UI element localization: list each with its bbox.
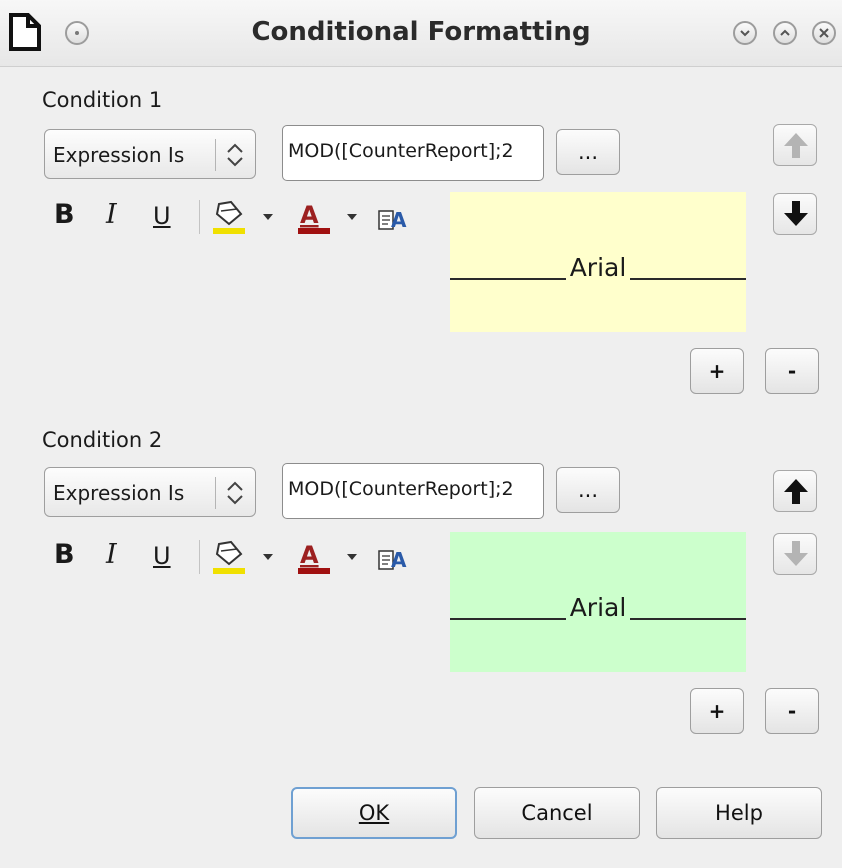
font-dialog-icon[interactable]: A xyxy=(377,203,411,233)
background-color-icon[interactable] xyxy=(211,538,247,576)
background-color-icon[interactable] xyxy=(211,198,247,236)
condition-1-move-up-button[interactable] xyxy=(773,124,817,166)
condition-2-label: Condition 2 xyxy=(42,428,163,452)
svg-text:A: A xyxy=(391,548,407,572)
condition-1-remove-button[interactable]: - xyxy=(765,348,819,394)
close-icon[interactable] xyxy=(812,21,836,45)
arrow-down-icon xyxy=(784,541,808,566)
minimize-icon[interactable] xyxy=(733,21,757,45)
help-button[interactable]: Help xyxy=(656,787,822,839)
help-button-label: Help xyxy=(715,801,763,825)
condition-1-preview: Arial xyxy=(450,192,746,332)
condition-2-underline-button[interactable]: U xyxy=(153,542,171,570)
condition-2-type-select[interactable]: Expression Is xyxy=(44,467,256,517)
condition-2-italic-button[interactable]: I xyxy=(106,539,117,570)
ok-button[interactable]: OK xyxy=(291,787,457,839)
arrow-up-icon xyxy=(784,133,808,158)
condition-1-bold-button[interactable]: B xyxy=(54,199,75,230)
condition-1-preview-text: Arial xyxy=(565,253,631,282)
chevron-down-icon[interactable] xyxy=(262,212,274,222)
condition-1-add-button[interactable]: + xyxy=(690,348,744,394)
condition-1-label: Condition 1 xyxy=(42,88,163,112)
condition-2-move-up-button[interactable] xyxy=(773,470,817,512)
svg-text:A: A xyxy=(300,541,319,569)
window-title: Conditional Formatting xyxy=(251,17,591,47)
svg-text:A: A xyxy=(300,201,319,229)
chevron-down-icon[interactable] xyxy=(262,552,274,562)
condition-2-expression-input[interactable]: MOD([CounterReport];2 xyxy=(282,463,544,519)
maximize-icon[interactable] xyxy=(773,21,797,45)
condition-2-preview-text: Arial xyxy=(565,593,631,622)
condition-2-expression-editor-button[interactable]: ... xyxy=(556,467,620,513)
title-bar: Conditional Formatting xyxy=(0,0,842,67)
spin-arrows-icon xyxy=(227,481,243,505)
condition-1-underline-button[interactable]: U xyxy=(153,202,171,230)
svg-text:A: A xyxy=(391,208,407,232)
condition-1-type-select[interactable]: Expression Is xyxy=(44,129,256,179)
cancel-button-label: Cancel xyxy=(521,801,593,825)
condition-2-add-button[interactable]: + xyxy=(690,688,744,734)
arrow-down-icon xyxy=(784,201,808,226)
condition-2-bold-button[interactable]: B xyxy=(54,539,75,570)
chevron-down-icon[interactable] xyxy=(346,552,358,562)
condition-1-move-down-button[interactable] xyxy=(773,193,817,235)
spin-arrows-icon xyxy=(227,143,243,167)
condition-2-move-down-button[interactable] xyxy=(773,533,817,575)
condition-1-type-value: Expression Is xyxy=(53,143,185,167)
condition-2-type-value: Expression Is xyxy=(53,481,185,505)
chevron-down-icon[interactable] xyxy=(346,212,358,222)
condition-1-expression-editor-button[interactable]: ... xyxy=(556,129,620,175)
cancel-button[interactable]: Cancel xyxy=(474,787,640,839)
arrow-up-icon xyxy=(784,479,808,504)
condition-2-remove-button[interactable]: - xyxy=(765,688,819,734)
condition-2-preview: Arial xyxy=(450,532,746,672)
ok-button-label: OK xyxy=(358,801,390,825)
condition-1-expression-input[interactable]: MOD([CounterReport];2 xyxy=(282,125,544,181)
font-color-icon[interactable]: A xyxy=(296,538,332,576)
font-color-icon[interactable]: A xyxy=(296,198,332,236)
condition-1-italic-button[interactable]: I xyxy=(106,199,117,230)
font-dialog-icon[interactable]: A xyxy=(377,543,411,573)
